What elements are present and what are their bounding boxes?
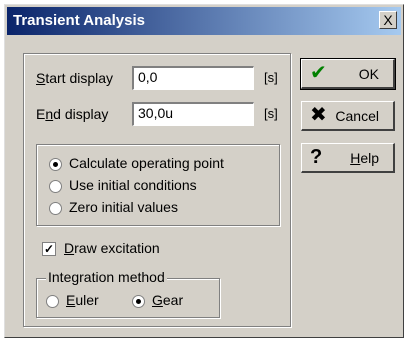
calculate-operating-point-label[interactable]: Calculate operating point bbox=[69, 155, 224, 171]
start-display-label: Start display bbox=[36, 70, 114, 86]
cancel-button[interactable]: ✖ Cancel bbox=[301, 101, 395, 131]
check-icon: ✔ bbox=[310, 62, 327, 84]
gear-radio[interactable] bbox=[132, 295, 145, 308]
euler-radio[interactable] bbox=[46, 295, 59, 308]
start-display-input[interactable]: 0,0 bbox=[132, 66, 254, 90]
title-bar[interactable]: Transient Analysis X bbox=[7, 7, 401, 35]
window-title: Transient Analysis bbox=[13, 12, 145, 29]
close-button[interactable]: X bbox=[379, 11, 397, 29]
zero-initial-values-radio[interactable] bbox=[49, 202, 62, 215]
ok-button[interactable]: ✔ OK bbox=[300, 58, 396, 90]
end-display-unit: [s] bbox=[264, 106, 278, 121]
question-icon: ? bbox=[310, 146, 323, 168]
euler-label[interactable]: Euler bbox=[66, 292, 99, 308]
draw-excitation-checkbox[interactable]: ✓ bbox=[42, 242, 56, 256]
use-initial-conditions-radio[interactable] bbox=[49, 180, 62, 193]
gear-label[interactable]: Gear bbox=[152, 292, 183, 308]
zero-initial-values-label[interactable]: Zero initial values bbox=[69, 199, 178, 215]
calculate-operating-point-radio[interactable] bbox=[49, 158, 62, 171]
end-display-label: End display bbox=[36, 106, 109, 122]
help-button[interactable]: ? Help bbox=[301, 143, 395, 173]
end-display-input[interactable]: 30,0u bbox=[132, 102, 254, 126]
initial-mode-group: Calculate operating point Use initial co… bbox=[36, 144, 280, 226]
use-initial-conditions-label[interactable]: Use initial conditions bbox=[69, 177, 197, 193]
integration-method-legend: Integration method bbox=[46, 269, 167, 285]
settings-panel: Start display 0,0 [s] End display 30,0u … bbox=[23, 53, 291, 327]
transient-analysis-dialog: Transient Analysis X Start display 0,0 [… bbox=[4, 4, 404, 338]
cross-icon: ✖ bbox=[310, 104, 327, 126]
start-display-unit: [s] bbox=[264, 70, 278, 85]
draw-excitation-label[interactable]: Draw excitation bbox=[64, 240, 160, 256]
